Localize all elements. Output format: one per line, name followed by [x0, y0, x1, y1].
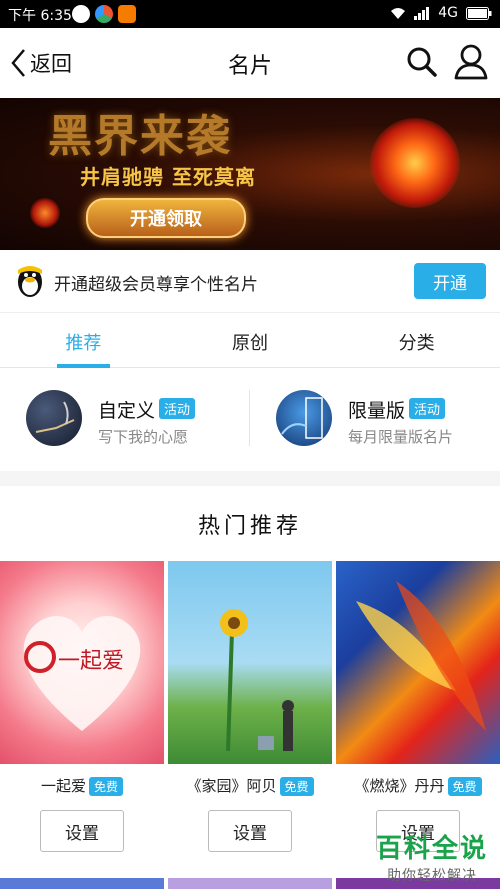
- vip-open-button[interactable]: 开通: [414, 263, 486, 299]
- feature-desc: 每月限量版名片: [348, 428, 454, 446]
- next-thumb: [0, 878, 164, 889]
- tab-original[interactable]: 原创: [167, 313, 334, 367]
- signal-icon: [414, 7, 430, 20]
- feature-desc: 写下我的心愿: [98, 428, 189, 446]
- feature-name: 自定义: [98, 400, 156, 422]
- user-icon[interactable]: [454, 44, 488, 80]
- feature-divider: [249, 390, 250, 446]
- feature-name: 限量版: [348, 400, 406, 422]
- card-name: 《燃烧》丹丹: [354, 777, 445, 795]
- feature-custom[interactable]: 自定义 活动 写下我的心愿: [26, 390, 236, 450]
- activity-badge: 活动: [159, 398, 196, 419]
- free-badge: 免费: [279, 777, 314, 796]
- custom-thumbnail: [26, 390, 82, 446]
- set-button[interactable]: 设置: [40, 810, 124, 852]
- activity-badge: 活动: [409, 398, 446, 419]
- free-badge: 免费: [447, 777, 482, 796]
- card-homeland[interactable]: 《家园》阿贝 免费 设置: [168, 561, 332, 852]
- status-right: 4G: [390, 5, 492, 21]
- flower-graphic: [370, 118, 460, 208]
- watermark-subtitle: 助你轻松解决: [387, 868, 477, 884]
- watermark-title: 百科全说: [375, 834, 488, 864]
- vip-promo-bar: 开通超级会员尊享个性名片 开通: [0, 250, 500, 313]
- watermark-logo: 百科全说 助你轻松解决: [372, 828, 492, 885]
- tab-category[interactable]: 分类: [333, 313, 500, 367]
- search-icon[interactable]: [406, 46, 438, 78]
- status-time: 下午 6:35: [8, 8, 72, 24]
- wifi-icon: [391, 8, 406, 19]
- flower-graphic-small: [30, 198, 60, 228]
- feature-limited[interactable]: 限量版 活动 每月限量版名片: [276, 390, 486, 450]
- card-burning[interactable]: 《燃烧》丹丹 免费 设置: [336, 561, 500, 852]
- feature-entries: 自定义 活动 写下我的心愿 限量版 活动 每月限量版名片: [0, 368, 500, 471]
- free-badge: 免费: [89, 777, 124, 796]
- promo-banner[interactable]: 黑界来袭 井肩驰骋 至死莫离 开通领取: [0, 98, 500, 250]
- card-thumbnail: [336, 561, 500, 764]
- banner-open-button[interactable]: 开通领取: [86, 198, 246, 238]
- network-type: 4G: [438, 5, 458, 21]
- card-thumb-text: 一起爱: [58, 649, 125, 674]
- app-icon: [118, 5, 136, 23]
- qq-icon: [72, 5, 90, 23]
- card-thumbnail: 一起爱: [0, 561, 164, 764]
- status-bar: 下午 6:35 4G: [0, 0, 500, 28]
- qq-penguin-icon: [18, 266, 42, 297]
- card-name: 一起爱: [40, 777, 86, 795]
- tab-recommend[interactable]: 推荐: [0, 313, 167, 368]
- vip-promo-text: 开通超级会员尊享个性名片: [54, 275, 258, 295]
- next-thumb: [168, 878, 332, 889]
- category-tabs: 推荐 原创 分类: [0, 313, 500, 368]
- card-thumbnail: [168, 561, 332, 764]
- limited-thumbnail: [276, 390, 332, 446]
- banner-title: 黑界来袭: [48, 111, 232, 162]
- browser-icon: [95, 5, 113, 23]
- banner-subtitle: 井肩驰骋 至死莫离: [80, 165, 256, 189]
- hot-section-title: 热门推荐: [197, 514, 302, 539]
- nav-bar: 返回 名片: [0, 28, 500, 99]
- card-together-love[interactable]: 一起爱 一起爱 免费 设置: [0, 561, 164, 852]
- battery-icon: [466, 6, 492, 20]
- set-button[interactable]: 设置: [208, 810, 292, 852]
- card-name: 《家园》阿贝: [186, 777, 277, 795]
